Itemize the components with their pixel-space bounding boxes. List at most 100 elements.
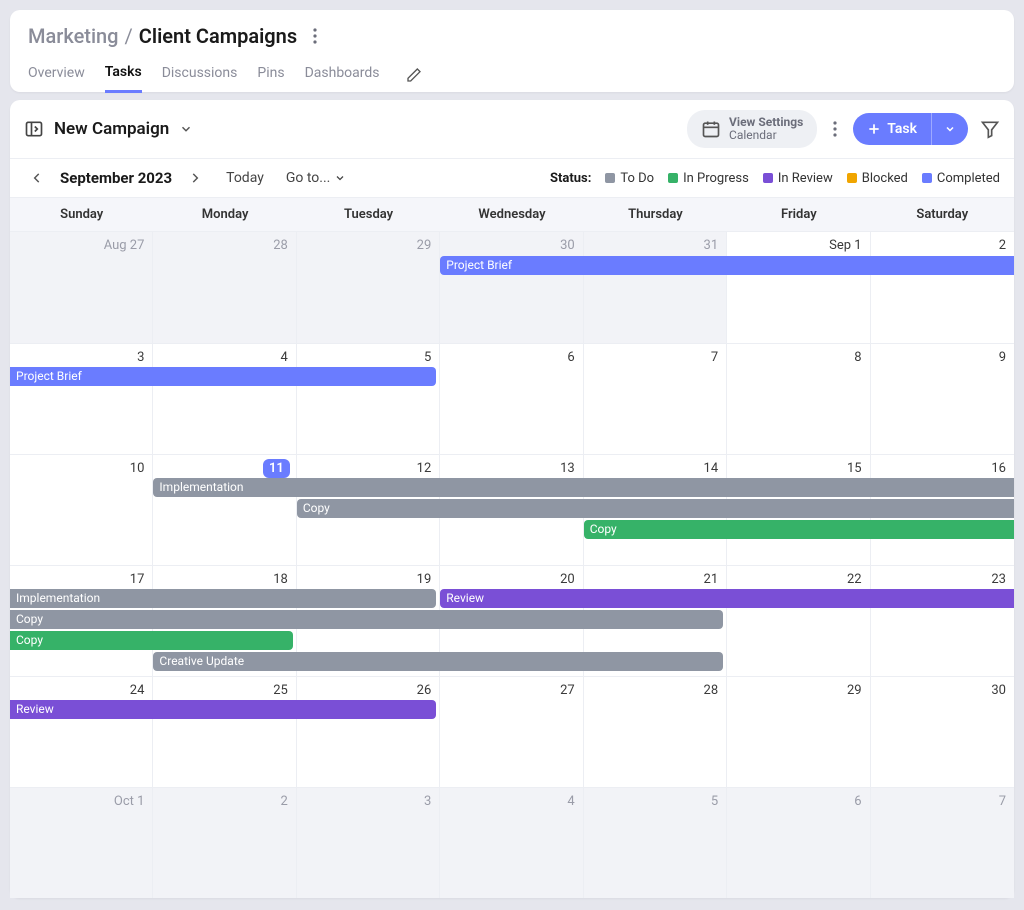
calendar-cell[interactable]: 11	[153, 455, 296, 565]
day-number: 8	[854, 350, 861, 365]
calendar-cell[interactable]: Oct 1	[10, 788, 153, 898]
day-number: 14	[704, 461, 719, 476]
view-settings-button[interactable]: View Settings Calendar	[687, 110, 817, 148]
day-number: 5	[711, 794, 718, 809]
day-number: 2	[281, 794, 288, 809]
calendar-cell[interactable]: 22	[727, 566, 870, 676]
kebab-icon[interactable]	[829, 117, 841, 141]
calendar-cell[interactable]: 29	[727, 677, 870, 787]
day-number: 7	[999, 794, 1006, 809]
day-number: 26	[417, 683, 432, 698]
calendar-cell[interactable]: 28	[584, 677, 727, 787]
new-task-dropdown[interactable]	[931, 113, 968, 145]
calendar-cell[interactable]: 5	[584, 788, 727, 898]
tab-pins[interactable]: Pins	[257, 59, 284, 91]
today-button[interactable]: Today	[226, 170, 264, 186]
calendar-cell[interactable]: 26	[297, 677, 440, 787]
calendar-cell[interactable]: 30	[440, 232, 583, 343]
calendar-cell[interactable]: 29	[297, 232, 440, 343]
calendar-cell[interactable]: 7	[871, 788, 1014, 898]
day-number: 9	[999, 350, 1006, 365]
view-title[interactable]: New Campaign	[54, 119, 169, 139]
calendar-cell[interactable]: 27	[440, 677, 583, 787]
calendar-cell[interactable]: 5	[297, 344, 440, 454]
day-number: 12	[417, 461, 432, 476]
event-bar[interactable]: Copy	[10, 631, 293, 650]
calendar-icon	[701, 119, 721, 139]
view-toolbar: New Campaign View Settings Calendar	[10, 100, 1014, 159]
day-number: 28	[704, 683, 719, 698]
tab-discussions[interactable]: Discussions	[162, 59, 238, 91]
calendar-cell[interactable]: 30	[871, 677, 1014, 787]
breadcrumb-separator: /	[125, 24, 133, 48]
day-number: 3	[137, 350, 144, 365]
chevron-down-icon[interactable]	[179, 122, 193, 136]
calendar-cell[interactable]: 28	[153, 232, 296, 343]
event-bar[interactable]: Copy	[584, 520, 1014, 539]
calendar-cell[interactable]: Aug 27	[10, 232, 153, 343]
event-bar[interactable]: Review	[440, 589, 1014, 608]
calendar-cell[interactable]: 3	[10, 344, 153, 454]
day-number: 5	[424, 350, 431, 365]
day-number: 4	[281, 350, 288, 365]
day-number: 23	[991, 572, 1006, 587]
legend-completed: Completed	[922, 171, 1000, 186]
day-header: Tuesday	[297, 198, 440, 231]
panel-toggle-icon[interactable]	[24, 119, 44, 139]
calendar-cell[interactable]: 31	[584, 232, 727, 343]
calendar-cell[interactable]: 25	[153, 677, 296, 787]
kebab-icon[interactable]	[313, 28, 317, 44]
calendar-header: SundayMondayTuesdayWednesdayThursdayFrid…	[10, 198, 1014, 232]
legend-blocked: Blocked	[847, 171, 908, 186]
prev-month-button[interactable]	[24, 169, 50, 187]
calendar-cell[interactable]: 4	[153, 344, 296, 454]
calendar-cell[interactable]: 3	[297, 788, 440, 898]
tab-dashboards[interactable]: Dashboards	[305, 59, 380, 91]
filter-icon[interactable]	[980, 119, 1000, 139]
new-task-main[interactable]: Task	[853, 113, 931, 145]
event-bar[interactable]: Implementation	[10, 589, 436, 608]
calendar-cell[interactable]: 23	[871, 566, 1014, 676]
calendar-cell[interactable]: 2	[871, 232, 1014, 343]
legend-to-do: To Do	[605, 171, 654, 186]
event-bar[interactable]: Project Brief	[440, 256, 1014, 275]
event-bar[interactable]: Copy	[297, 499, 1014, 518]
day-number: 27	[560, 683, 575, 698]
calendar-cell[interactable]: 4	[440, 788, 583, 898]
day-header: Thursday	[584, 198, 727, 231]
event-bar[interactable]: Copy	[10, 610, 723, 629]
calendar-cell[interactable]: Sep 1	[727, 232, 870, 343]
day-number: 21	[704, 572, 719, 587]
day-number: 30	[991, 683, 1006, 698]
status-label: Status:	[550, 171, 591, 186]
calendar-cell[interactable]: 8	[727, 344, 870, 454]
next-month-button[interactable]	[182, 169, 208, 187]
day-number: 7	[711, 350, 718, 365]
calendar-cell[interactable]: 6	[440, 344, 583, 454]
day-number: 10	[130, 461, 145, 476]
day-number: 19	[417, 572, 432, 587]
day-number: 2	[999, 238, 1006, 253]
day-header: Friday	[727, 198, 870, 231]
calendar-cell[interactable]: 6	[727, 788, 870, 898]
page-header: Marketing / Client Campaigns Overview Tas…	[10, 10, 1014, 92]
breadcrumb-parent[interactable]: Marketing	[28, 24, 119, 48]
calendar-cell[interactable]: 10	[10, 455, 153, 565]
event-bar[interactable]: Creative Update	[153, 652, 723, 671]
tab-tasks[interactable]: Tasks	[105, 58, 142, 93]
day-number: 24	[130, 683, 145, 698]
day-number: 31	[704, 238, 719, 253]
event-bar[interactable]: Review	[10, 700, 436, 719]
event-bar[interactable]: Implementation	[153, 478, 1014, 497]
breadcrumb: Marketing / Client Campaigns	[28, 24, 996, 48]
calendar-cell[interactable]: 9	[871, 344, 1014, 454]
event-bar[interactable]: Project Brief	[10, 367, 436, 386]
tab-overview[interactable]: Overview	[28, 59, 85, 91]
pencil-icon[interactable]	[406, 67, 422, 83]
calendar-cell[interactable]: 2	[153, 788, 296, 898]
goto-button[interactable]: Go to...	[286, 170, 347, 186]
day-number: 16	[991, 461, 1006, 476]
day-header: Wednesday	[440, 198, 583, 231]
calendar-cell[interactable]: 7	[584, 344, 727, 454]
calendar-cell[interactable]: 24	[10, 677, 153, 787]
